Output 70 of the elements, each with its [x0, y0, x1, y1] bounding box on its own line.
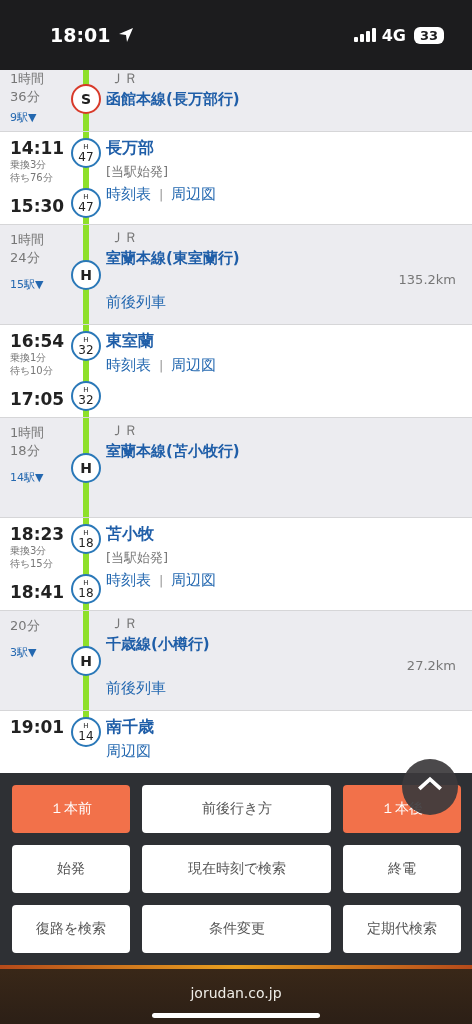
station-link[interactable]: 時刻表 [106, 185, 151, 204]
line-name-link[interactable]: 函館本線(長万部行) [106, 90, 460, 109]
duration-text: 36分 [10, 88, 41, 106]
duration-text: 24分 [10, 249, 41, 267]
operator-text: ＪＲ [109, 615, 139, 633]
battery-icon: 33 [413, 26, 444, 44]
clock: 18:01 [50, 24, 111, 46]
network-label: 4G [381, 25, 406, 45]
arrival-time: 19:01 [10, 717, 66, 737]
line-badge-icon: H [71, 452, 101, 483]
adjacent-trains-link[interactable]: 前後列車 [106, 679, 460, 698]
duration-text: 1時間 [10, 231, 46, 249]
operator-text: ＪＲ [109, 422, 139, 440]
operator-text: ＪＲ [109, 229, 139, 247]
departure-time: 17:05 [10, 389, 66, 409]
line-name-link[interactable]: 室蘭本線(苫小牧行) [106, 442, 460, 461]
line-badge-icon: H [71, 645, 101, 676]
line-name-link[interactable]: 室蘭本線(東室蘭行) [106, 249, 460, 268]
station-link[interactable]: 周辺図 [171, 356, 217, 375]
line-name-link[interactable]: 千歳線(小樽行) [106, 635, 460, 654]
separator: | [159, 187, 164, 202]
line-badge-icon: S [71, 84, 101, 114]
transfer-text: 待ち10分 [10, 364, 54, 377]
arrival-time: 14:11 [10, 138, 66, 158]
transfer-text: 待ち15分 [10, 557, 54, 570]
action-button[interactable]: 条件変更 [142, 905, 331, 953]
station-link[interactable]: 時刻表 [106, 571, 151, 590]
distance-text: 27.2km [406, 658, 456, 673]
signal-icon [353, 28, 376, 42]
departure-time: 18:41 [10, 582, 66, 602]
duration-text: 18分 [10, 442, 41, 460]
departure-time: 15:30 [10, 196, 66, 216]
note-text: [当駅始発] [106, 163, 170, 181]
action-button[interactable]: 定期代検索 [343, 905, 461, 953]
station-link[interactable]: 周辺図 [106, 742, 151, 761]
action-button[interactable]: 前後行き方 [142, 785, 331, 833]
station-link[interactable]: 時刻表 [106, 356, 151, 375]
action-button[interactable]: 復路を検索 [12, 905, 130, 953]
note-text: [当駅始発] [106, 549, 170, 567]
location-arrow-icon [118, 27, 135, 43]
station-name-link[interactable]: 長万部 [106, 138, 460, 159]
arrival-time: 16:54 [10, 331, 66, 351]
adjacent-trains-link[interactable]: 前後列車 [106, 293, 460, 312]
station-name-link[interactable]: 南千歳 [106, 717, 460, 738]
operator-text: ＪＲ [109, 70, 139, 88]
transfer-text: 乗換3分 [10, 544, 48, 557]
duration-text: 1時間 [10, 70, 46, 88]
action-button[interactable]: 始発 [12, 845, 130, 893]
distance-text: 135.2km [398, 272, 456, 287]
station-link[interactable]: 周辺図 [171, 571, 217, 590]
station-name-link[interactable]: 苫小牧 [106, 524, 460, 545]
transfer-text: 乗換1分 [10, 351, 48, 364]
address-text[interactable]: jorudan.co.jp [190, 985, 282, 1001]
transfer-text: 乗換3分 [10, 158, 48, 171]
line-badge-icon: H [71, 259, 101, 290]
chevron-up-icon [417, 775, 443, 791]
station-link[interactable]: 周辺図 [171, 185, 217, 204]
separator: | [159, 573, 164, 588]
action-button[interactable]: 現在時刻で検索 [142, 845, 331, 893]
separator: | [159, 358, 164, 373]
duration-text: 20分 [10, 617, 41, 635]
duration-text: 1時間 [10, 424, 46, 442]
station-name-link[interactable]: 東室蘭 [106, 331, 460, 352]
transfer-text: 待ち76分 [10, 171, 54, 184]
arrival-time: 18:23 [10, 524, 66, 544]
stops-link[interactable]: 9駅▼ [10, 110, 70, 125]
stops-link[interactable]: 14駅▼ [10, 470, 70, 485]
stops-link[interactable]: 15駅▼ [10, 277, 70, 292]
action-button[interactable]: 終電 [343, 845, 461, 893]
stops-link[interactable]: 3駅▼ [10, 645, 70, 660]
